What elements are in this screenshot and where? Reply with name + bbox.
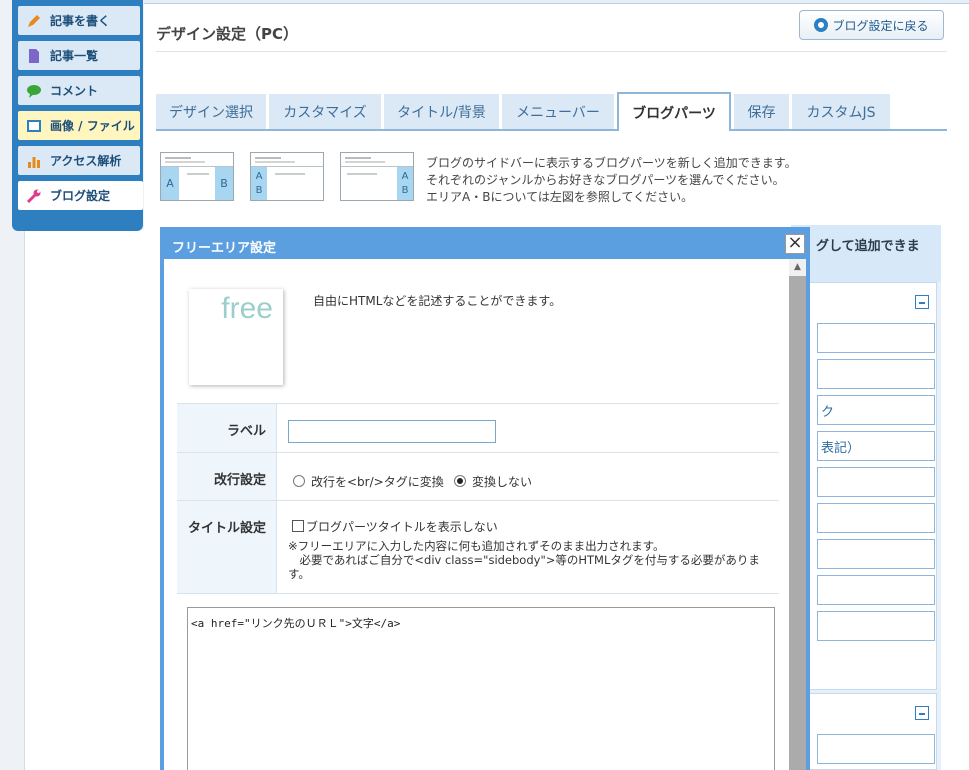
option-label: 改行を<br/>タグに変換 — [311, 475, 444, 489]
nav-item-analytics[interactable]: アクセス解析 — [18, 146, 140, 175]
document-icon — [29, 48, 39, 63]
nav-item-label: 画像 / ファイル — [50, 119, 135, 133]
linebreak-option-no-convert[interactable]: 変換しない — [454, 473, 532, 490]
area-a-label: A — [401, 170, 409, 182]
hide-title-checkbox[interactable] — [292, 520, 304, 532]
part-button[interactable] — [817, 503, 935, 533]
tab-design-select[interactable]: デザイン選択 — [156, 94, 266, 129]
nav-item-label: 記事を書く — [50, 14, 111, 28]
speech-bubble-icon — [27, 84, 41, 98]
top-strip — [144, 0, 969, 4]
parts-group: ク 表記） — [801, 282, 937, 690]
wrench-icon — [26, 189, 41, 203]
nav-item-post-list[interactable]: 記事一覧 — [18, 41, 140, 70]
side-nav: 記事を書く 記事一覧 コメント 画像 / ファイル アクセス解析 ブログ設定 — [12, 0, 143, 231]
title-setting-note: ※フリーエリアに入力した内容に何も追加されずそのまま出力されます。 必要であれば… — [288, 539, 768, 581]
area-b-label: B — [401, 184, 409, 196]
scroll-up-icon[interactable]: ▲ — [789, 259, 806, 276]
description-line: それぞれのジャンルからお好きなブログパーツを選んでください。 — [426, 173, 785, 187]
tab-custom-js[interactable]: カスタムJS — [792, 94, 890, 129]
left-rail-panel — [24, 230, 144, 770]
nav-item-label: ブログ設定 — [50, 189, 111, 203]
dialog-scrollbar[interactable]: ▲ — [789, 259, 806, 770]
linebreak-label: 改行設定 — [177, 453, 277, 500]
image-icon — [27, 119, 41, 132]
parts-genre-panel: グして追加できま ク 表記） — [791, 225, 941, 770]
hide-title-option[interactable]: ブログパーツタイトルを表示しない — [292, 518, 498, 535]
free-area-dialog: フリーエリア設定 × ▲ free 自由にHTMLなどを記述することができます。… — [160, 227, 810, 770]
note-line: ※フリーエリアに入力した内容に何も追加されずそのまま出力されます。 — [288, 539, 665, 553]
nav-item-blog-settings[interactable]: ブログ設定 — [18, 181, 143, 210]
radio-no-convert[interactable] — [454, 475, 466, 487]
tab-title-background[interactable]: タイトル/背景 — [384, 94, 499, 129]
tab-bar: デザイン選択 カスタマイズ タイトル/背景 メニューバー ブログパーツ 保存 カ… — [156, 92, 947, 131]
blog-parts-description: ブログのサイドバーに表示するブログパーツを新しく追加できます。 それぞれのジャン… — [426, 155, 797, 206]
back-to-blog-settings-button[interactable]: ブログ設定に戻る — [799, 10, 944, 40]
layout-diagram-ab-right: A B — [340, 152, 414, 201]
tab-blog-parts[interactable]: ブログパーツ — [617, 92, 731, 131]
radio-convert[interactable] — [293, 475, 305, 487]
part-button[interactable] — [817, 734, 935, 764]
part-button[interactable] — [817, 539, 935, 569]
nav-item-label: コメント — [50, 84, 99, 98]
layout-diagram-a-left-b-right: A B — [160, 152, 234, 201]
label-field-label: ラベル — [177, 404, 277, 452]
area-b-label: B — [215, 167, 233, 200]
linebreak-option-convert[interactable]: 改行を<br/>タグに変換 — [293, 473, 444, 490]
tab-customize[interactable]: カスタマイズ — [269, 94, 381, 129]
description-line: ブログのサイドバーに表示するブログパーツを新しく追加できます。 — [426, 156, 797, 170]
html-code-editor[interactable]: <a href="リンク先のＵＲＬ">文字</a> — [187, 607, 775, 770]
area-a-label: A — [255, 170, 263, 182]
tab-save[interactable]: 保存 — [734, 94, 789, 129]
layout-diagram-ab-left: A B — [250, 152, 324, 201]
pencil-icon — [28, 14, 40, 27]
page-title: デザイン設定（PC） — [156, 25, 299, 43]
part-button[interactable]: ク — [817, 395, 935, 425]
free-area-description: 自由にHTMLなどを記述することができます。 — [313, 294, 562, 308]
part-button[interactable] — [817, 611, 935, 641]
area-a-label: A — [161, 167, 179, 200]
description-line: エリアA・Bについては左図を参照してください。 — [426, 190, 694, 204]
free-thumbnail-text: free — [221, 292, 273, 325]
parts-panel-header: グして追加できま — [791, 225, 941, 282]
title-setting-label: タイトル設定 — [177, 501, 277, 593]
part-button[interactable]: 表記） — [817, 431, 935, 461]
close-button[interactable]: × — [785, 234, 805, 254]
part-button[interactable] — [817, 359, 935, 389]
part-button[interactable] — [817, 323, 935, 353]
back-button-label: ブログ設定に戻る — [832, 18, 929, 33]
nav-item-label: アクセス解析 — [50, 154, 122, 168]
label-input[interactable] — [288, 420, 496, 443]
note-line: 必要であればご自分で<div class="sidebody">等のHTMLタグ… — [288, 553, 760, 581]
title-divider — [156, 51, 947, 52]
parts-group — [801, 693, 937, 770]
part-button[interactable] — [817, 575, 935, 605]
nav-item-images-files[interactable]: 画像 / ファイル — [18, 111, 140, 140]
nav-item-comments[interactable]: コメント — [18, 76, 140, 105]
checkbox-label: ブログパーツタイトルを表示しない — [306, 520, 498, 534]
nav-item-write-post[interactable]: 記事を書く — [18, 6, 140, 35]
collapse-icon[interactable] — [915, 706, 929, 720]
dialog-title: フリーエリア設定 — [164, 231, 806, 259]
bar-chart-icon — [28, 156, 40, 168]
back-arrow-icon — [814, 18, 829, 32]
nav-item-label: 記事一覧 — [50, 49, 99, 63]
part-button[interactable] — [817, 467, 935, 497]
collapse-icon[interactable] — [915, 295, 929, 309]
free-area-thumbnail: free — [189, 289, 283, 385]
tab-menubar[interactable]: メニューバー — [502, 94, 614, 129]
option-label: 変換しない — [472, 475, 533, 489]
area-b-label: B — [255, 184, 263, 196]
